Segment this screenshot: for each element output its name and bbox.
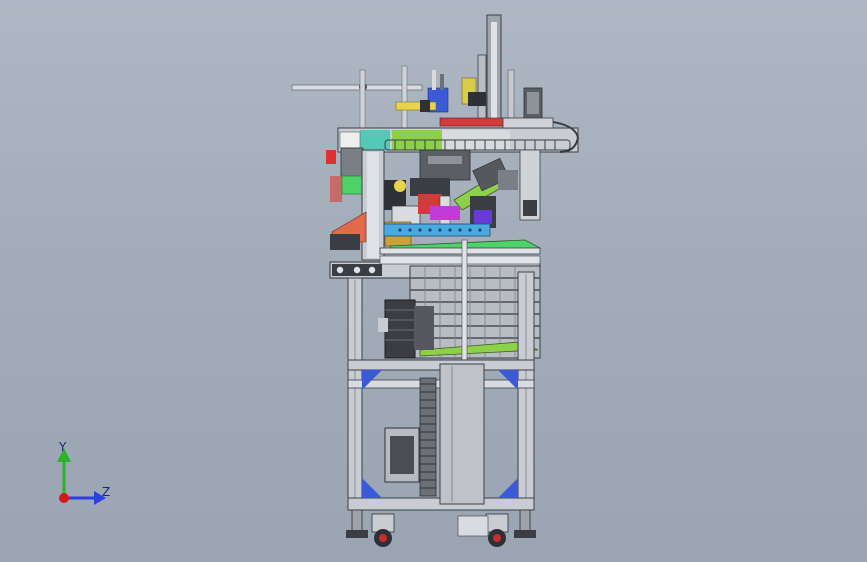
lower-drive [384, 377, 437, 497]
cad-assembly-machine-icon [291, 14, 580, 547]
feet-casters [346, 509, 536, 547]
top-rod [291, 65, 423, 131]
cad-assembly-model[interactable] [0, 0, 867, 562]
top-vertical-panels [395, 14, 543, 127]
axis-y-label: Y [59, 440, 67, 454]
orientation-triad[interactable]: Y Z [48, 440, 118, 510]
axis-z-label: Z [102, 485, 111, 499]
central-head-assembly [410, 149, 541, 228]
cad-viewport[interactable]: Y Z [0, 0, 867, 562]
upper-left-assembly [326, 147, 421, 261]
mid-motor [378, 299, 434, 359]
